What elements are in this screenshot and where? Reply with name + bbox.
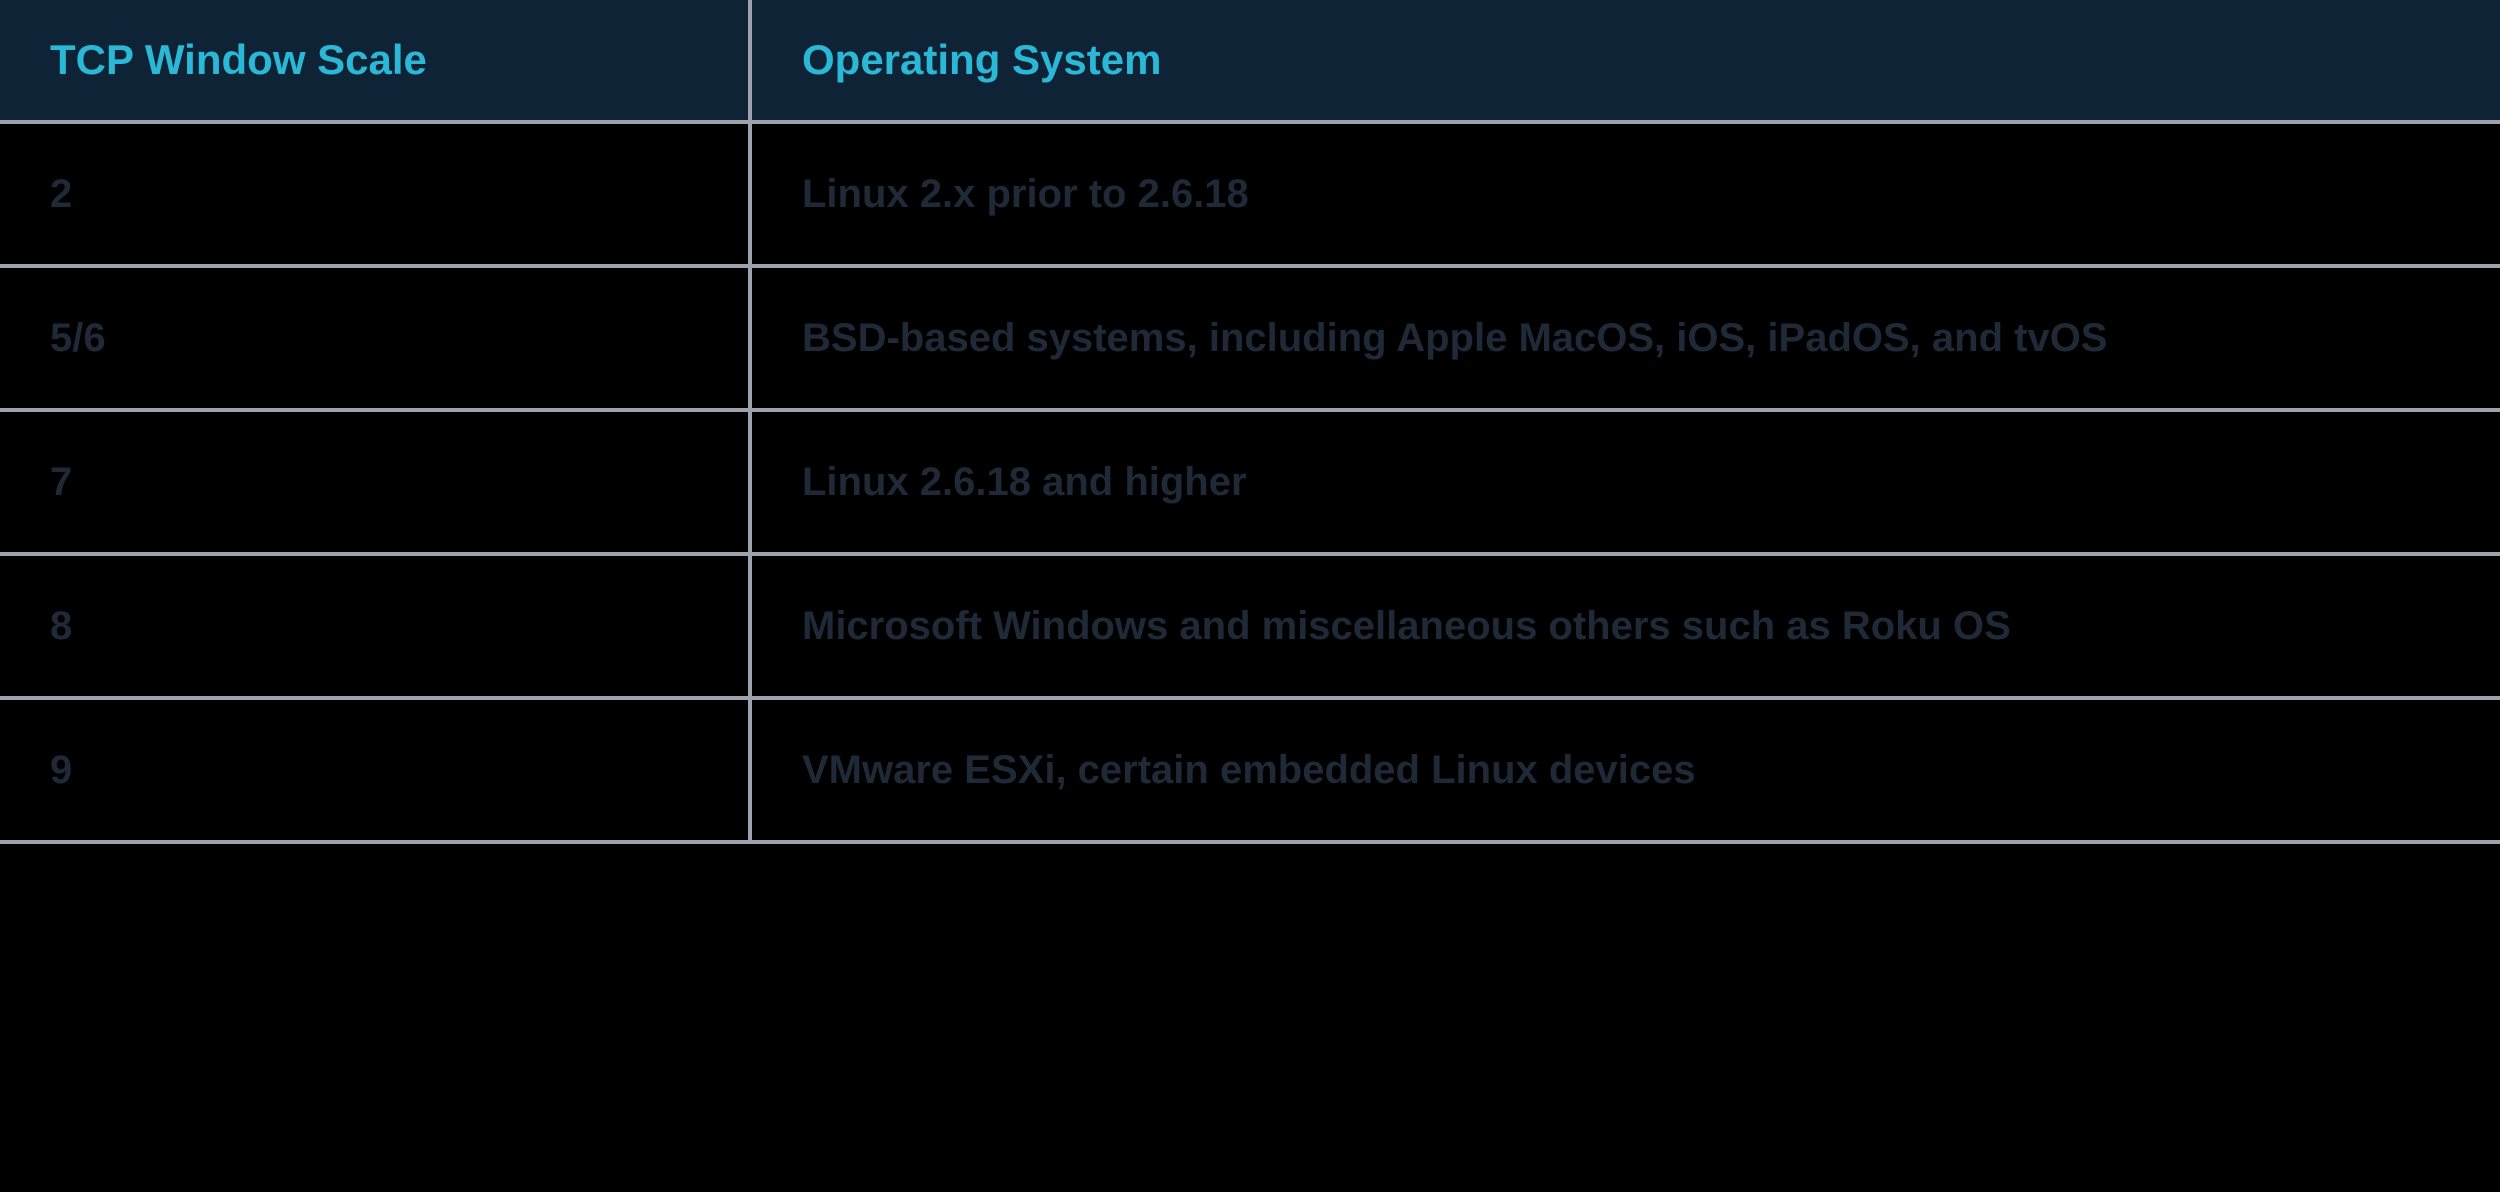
cell-scale: 9 bbox=[0, 698, 750, 842]
cell-scale: 7 bbox=[0, 410, 750, 554]
cell-scale: 2 bbox=[0, 122, 750, 266]
tcp-window-scale-table: TCP Window Scale Operating System 2 Linu… bbox=[0, 0, 2500, 844]
table-row: 8 Microsoft Windows and miscellaneous ot… bbox=[0, 554, 2500, 698]
cell-scale: 5/6 bbox=[0, 266, 750, 410]
cell-os: VMware ESXi, certain embedded Linux devi… bbox=[750, 698, 2500, 842]
table-row: 5/6 BSD-based systems, including Apple M… bbox=[0, 266, 2500, 410]
table-row: 9 VMware ESXi, certain embedded Linux de… bbox=[0, 698, 2500, 842]
cell-os: Linux 2.6.18 and higher bbox=[750, 410, 2500, 554]
header-tcp-window-scale: TCP Window Scale bbox=[0, 0, 750, 122]
cell-os: BSD-based systems, including Apple MacOS… bbox=[750, 266, 2500, 410]
table-header-row: TCP Window Scale Operating System bbox=[0, 0, 2500, 122]
header-operating-system: Operating System bbox=[750, 0, 2500, 122]
cell-os: Microsoft Windows and miscellaneous othe… bbox=[750, 554, 2500, 698]
cell-scale: 8 bbox=[0, 554, 750, 698]
cell-os: Linux 2.x prior to 2.6.18 bbox=[750, 122, 2500, 266]
table-row: 7 Linux 2.6.18 and higher bbox=[0, 410, 2500, 554]
table-row: 2 Linux 2.x prior to 2.6.18 bbox=[0, 122, 2500, 266]
